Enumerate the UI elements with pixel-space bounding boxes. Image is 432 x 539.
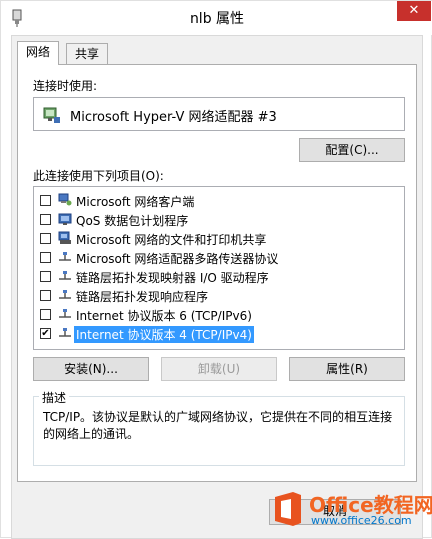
protocol-icon [59, 252, 71, 261]
item-checkbox-checked[interactable]: ✔ [40, 328, 51, 339]
item-checkbox[interactable] [40, 309, 51, 320]
qos-icon [58, 213, 72, 225]
list-item[interactable]: 链路层拓扑发现映射器 I/O 驱动程序 [34, 267, 404, 286]
description-title: 描述 [39, 389, 70, 406]
item-label: 链路层拓扑发现响应程序 [76, 290, 209, 304]
window-title: nlb 属性 [189, 11, 245, 27]
install-button[interactable]: 安装(N)... [33, 357, 149, 381]
item-label: Microsoft 网络的文件和打印机共享 [76, 233, 267, 247]
title-bar[interactable]: nlb 属性 ✕ [1, 1, 432, 35]
close-button[interactable]: ✕ [397, 1, 431, 21]
protocol-icon [59, 271, 71, 280]
list-item[interactable]: Microsoft 网络适配器多路传送器协议 [34, 248, 404, 267]
item-checkbox[interactable] [40, 214, 51, 225]
items-label: 此连接使用下列项目(O): [33, 169, 164, 183]
item-label: QoS 数据包计划程序 [76, 214, 189, 228]
item-label: Microsoft 网络适配器多路传送器协议 [76, 252, 279, 266]
item-label: Internet 协议版本 6 (TCP/IPv6) [76, 309, 252, 323]
item-checkbox[interactable] [40, 252, 51, 263]
protocol-icon [59, 328, 71, 337]
adapter-name: Microsoft Hyper-V 网络适配器 #3 [70, 110, 277, 125]
properties-button[interactable]: 属性(R) [289, 357, 405, 381]
office-logo-icon [275, 492, 301, 526]
adapter-field: Microsoft Hyper-V 网络适配器 #3 [33, 97, 405, 131]
item-checkbox[interactable] [40, 233, 51, 244]
list-item-selected[interactable]: ✔ Internet 协议版本 4 (TCP/IPv4) [34, 324, 404, 343]
configure-button[interactable]: 配置(C)... [299, 138, 405, 162]
list-item[interactable]: Microsoft 网络的文件和打印机共享 [34, 229, 404, 248]
list-item[interactable]: 链路层拓扑发现响应程序 [34, 286, 404, 305]
protocol-icon [59, 309, 71, 318]
list-item[interactable]: Internet 协议版本 6 (TCP/IPv6) [34, 305, 404, 324]
description-text: TCP/IP。该协议是默认的广域网络协议，它提供在不同的相互连接的网络上的通讯。 [43, 410, 393, 441]
components-list[interactable]: Microsoft 网络客户端 QoS 数据包计划程序 Microsoft 网络… [33, 186, 405, 350]
watermark-url: www.office26.com [311, 514, 412, 527]
properties-window: nlb 属性 ✕ 网络 共享 连接时使用: Microsoft Hyper-V … [0, 0, 432, 539]
uninstall-button[interactable]: 卸载(U) [161, 357, 277, 381]
item-checkbox[interactable] [40, 290, 51, 301]
tab-sharing[interactable]: 共享 [66, 43, 109, 65]
item-label: Microsoft 网络客户端 [76, 195, 195, 209]
watermark: Office教程网 www.office26.com [271, 487, 432, 539]
network-adapter-icon [43, 107, 60, 123]
item-checkbox[interactable] [40, 195, 51, 206]
list-item[interactable]: Microsoft 网络客户端 [34, 191, 404, 210]
protocol-icon [59, 290, 71, 299]
list-item[interactable]: QoS 数据包计划程序 [34, 210, 404, 229]
file-printer-share-icon [58, 231, 71, 244]
tab-network[interactable]: 网络 [17, 41, 60, 65]
item-label: Internet 协议版本 4 (TCP/IPv4) [74, 326, 254, 343]
connect-using-label: 连接时使用: [33, 79, 98, 93]
network-client-icon [58, 193, 72, 206]
item-checkbox[interactable] [40, 271, 51, 282]
item-label: 链路层拓扑发现映射器 I/O 驱动程序 [76, 271, 269, 285]
